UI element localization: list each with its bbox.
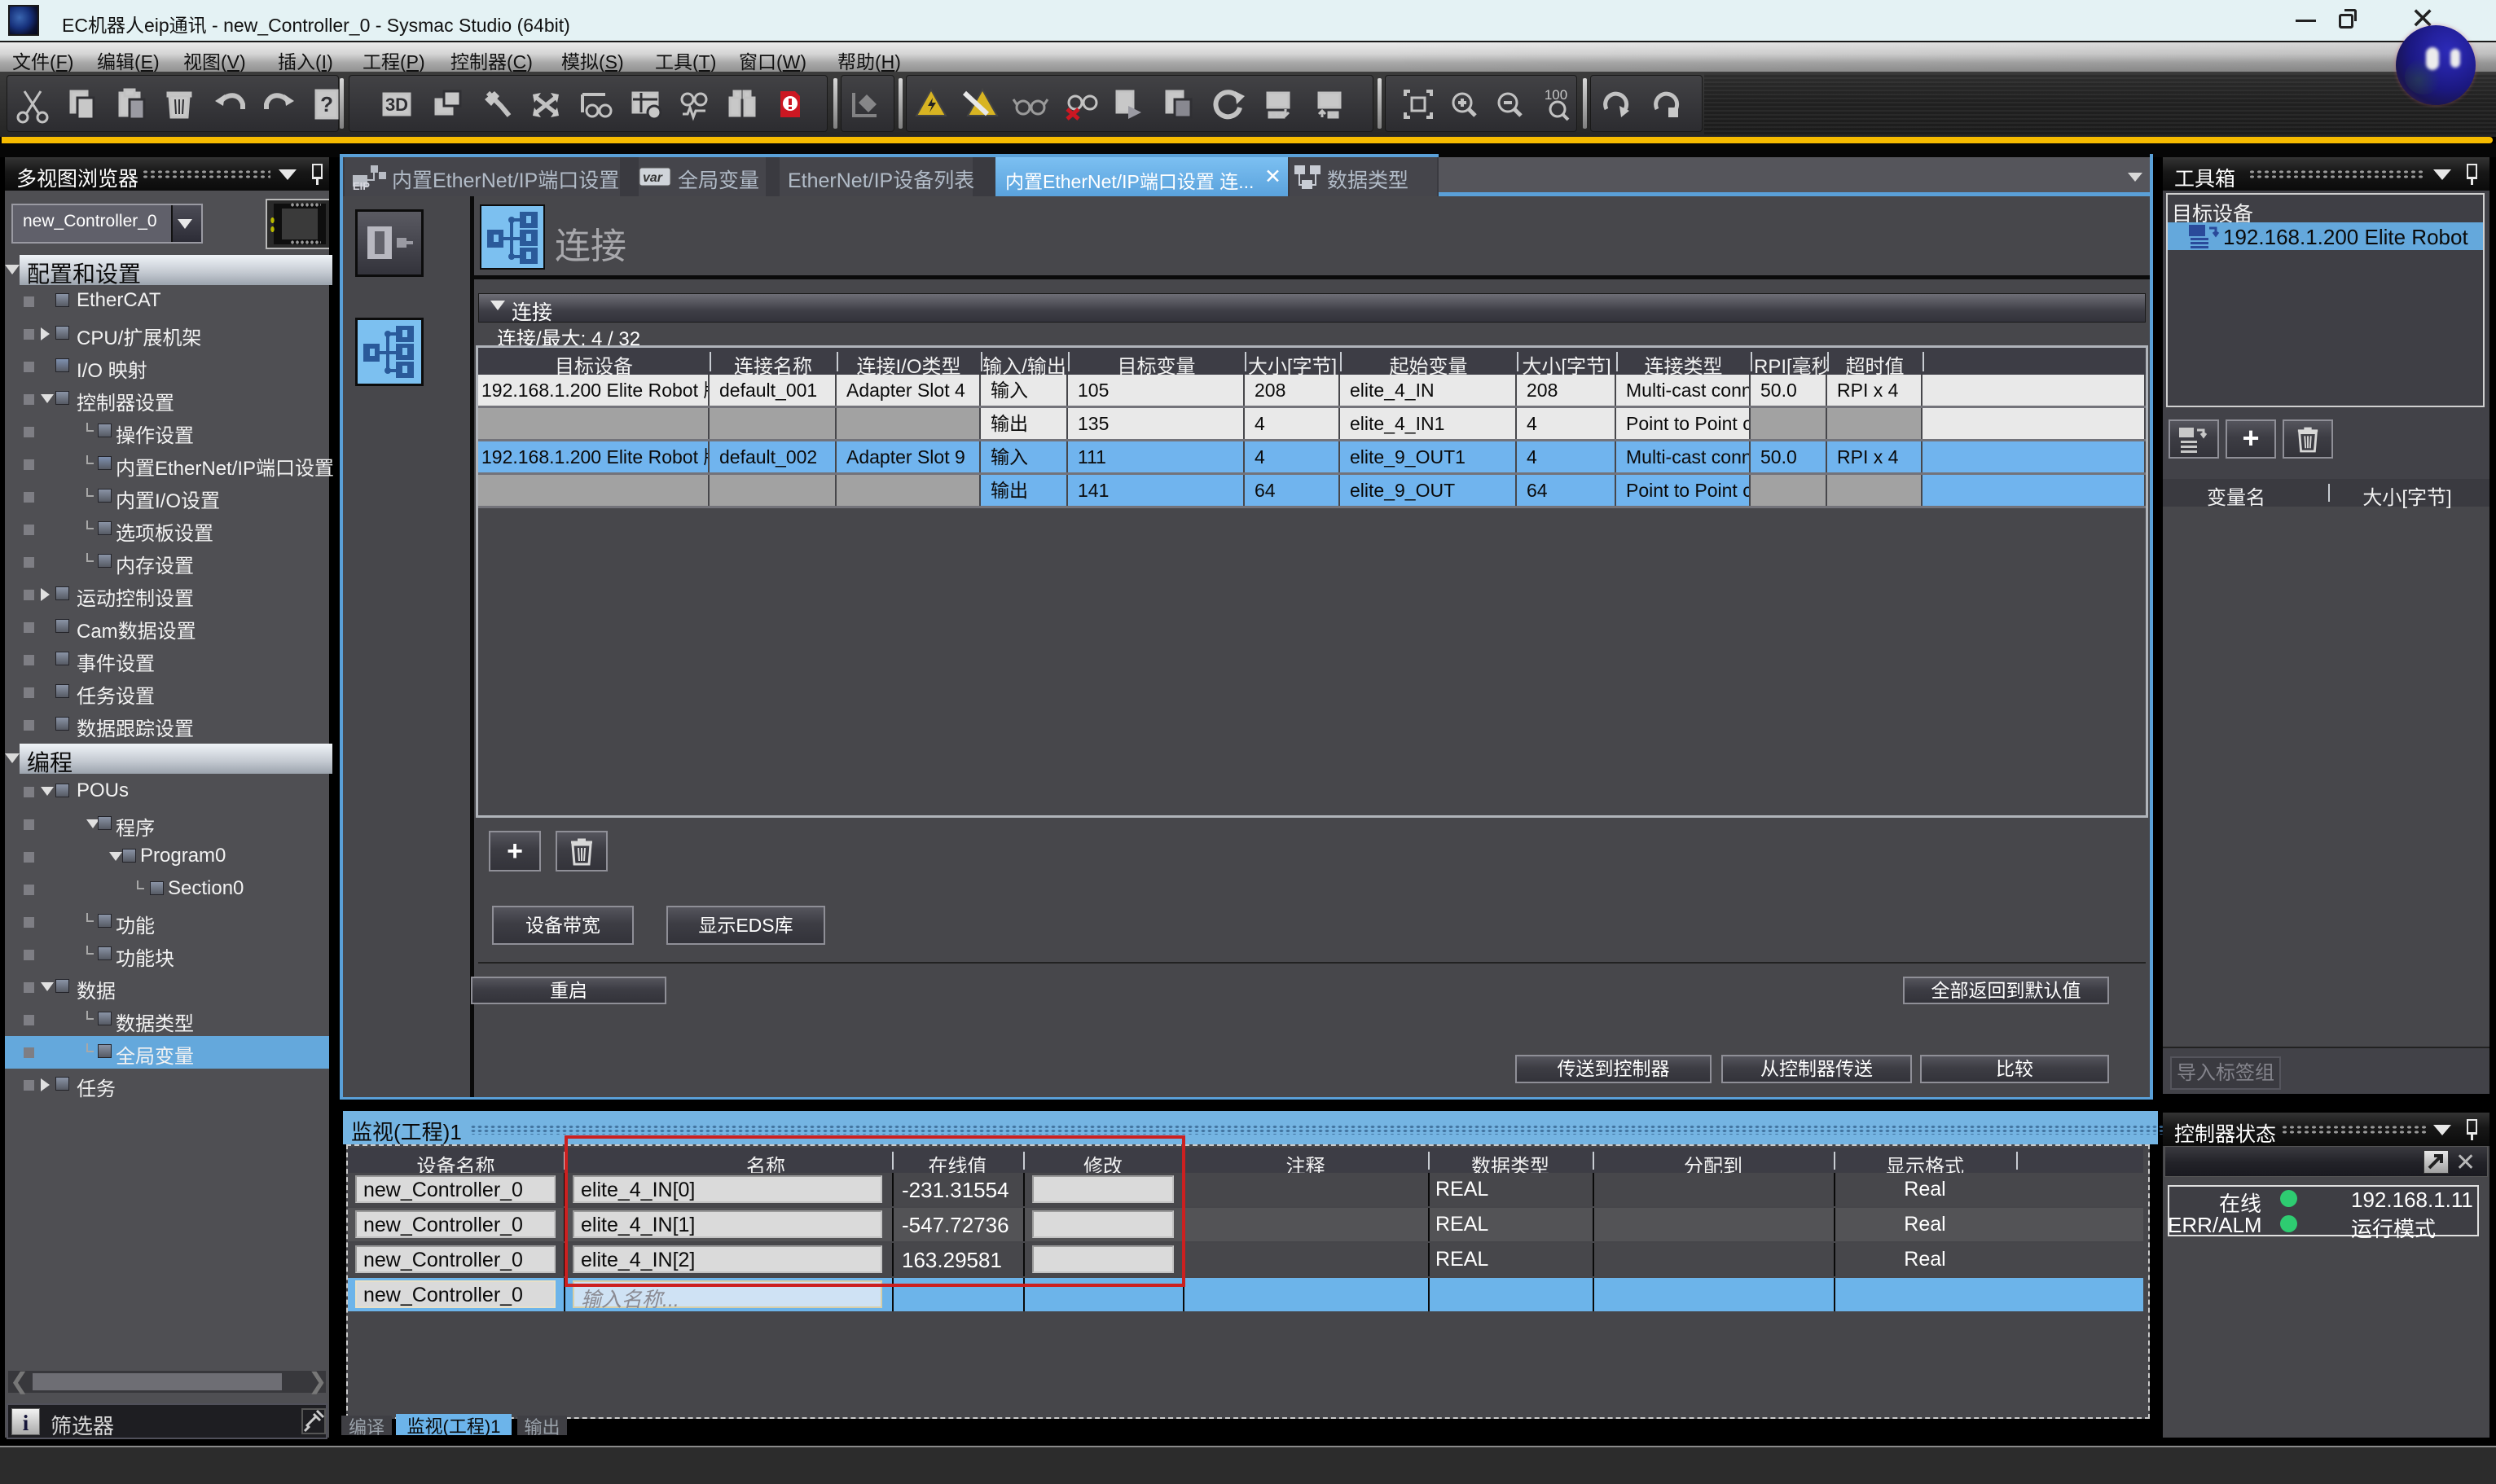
svg-text:3D: 3D (385, 94, 408, 115)
svg-text:EIP: EIP (353, 180, 370, 191)
svg-text:var: var (643, 171, 663, 185)
svg-text:100: 100 (1545, 87, 1567, 103)
